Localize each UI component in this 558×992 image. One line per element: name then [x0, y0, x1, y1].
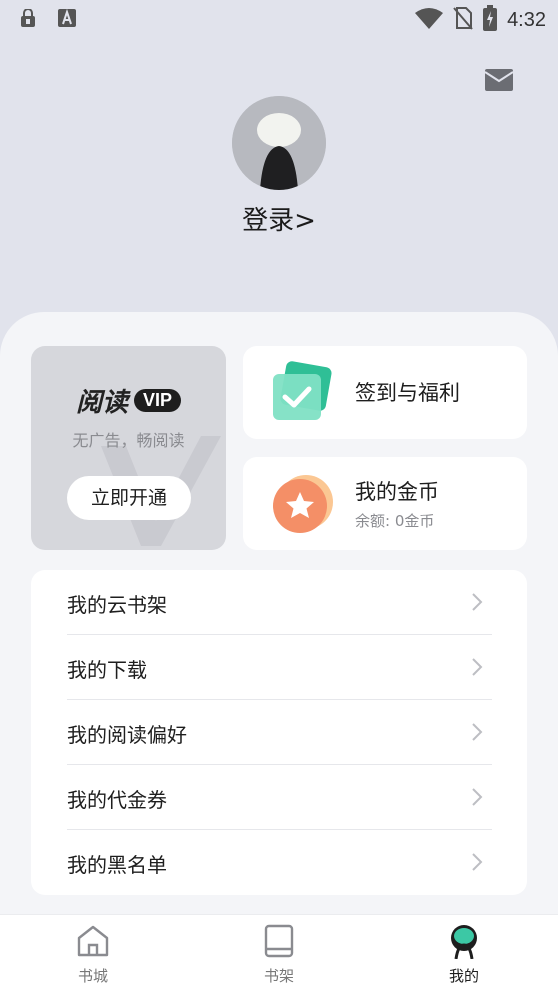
mail-button[interactable]: [484, 67, 514, 93]
menu-item-vouchers[interactable]: 我的代金券: [31, 765, 527, 830]
coin-star-icon: [273, 475, 333, 533]
menu-item-label: 我的代金券: [67, 788, 167, 812]
checkin-icon: [273, 361, 332, 420]
vip-subtitle: 无广告，畅阅读: [72, 431, 185, 450]
avatar[interactable]: [232, 96, 326, 190]
chevron-right-icon: [472, 788, 483, 806]
status-bar: 4:32: [0, 0, 558, 38]
coins-balance: 余额: 0金币: [355, 512, 435, 530]
home-icon: [77, 925, 109, 957]
menu-item-cloud-shelf[interactable]: 我的云书架: [31, 570, 527, 635]
chevron-right-icon: [472, 853, 483, 871]
tab-label: 我的: [448, 967, 479, 985]
no-sim-icon: [453, 6, 473, 34]
mail-icon: [484, 69, 514, 91]
menu-item-label: 我的阅读偏好: [67, 723, 187, 747]
book-icon: [264, 924, 294, 958]
wifi-icon: [415, 7, 444, 33]
tab-label: 书架: [263, 967, 294, 985]
default-avatar-icon: [232, 96, 326, 190]
tab-bookshelf[interactable]: 书架: [219, 915, 339, 992]
lock-app-icon: [20, 8, 36, 31]
clock: 4:32: [507, 8, 546, 31]
login-link[interactable]: 登录>: [0, 200, 558, 237]
menu-item-label: 我的云书架: [67, 593, 167, 617]
chevron-right-icon: [472, 593, 483, 611]
bottom-tab-bar: 书城 书架 我的: [0, 914, 558, 992]
chevron-right-icon: [472, 658, 483, 676]
menu-item-label: 我的下载: [67, 658, 147, 682]
tab-mine[interactable]: 我的: [404, 915, 524, 992]
tab-bookstore[interactable]: 书城: [33, 915, 153, 992]
vip-title: 阅读 VIP: [31, 382, 226, 419]
font-app-icon: [58, 8, 76, 31]
tab-label: 书城: [77, 967, 108, 985]
vip-title-text: 阅读: [75, 388, 128, 418]
checkin-title: 签到与福利: [355, 381, 460, 405]
vip-badge: VIP: [134, 389, 182, 412]
battery-charging-icon: [483, 5, 498, 35]
menu-list: 我的云书架 我的下载 我的阅读偏好 我的代金券 我的黑名单: [31, 570, 527, 895]
checkin-card[interactable]: 签到与福利: [243, 346, 527, 439]
menu-item-reading-preferences[interactable]: 我的阅读偏好: [31, 700, 527, 765]
vip-card[interactable]: 阅读 VIP 无广告，畅阅读 立即开通: [31, 346, 226, 550]
coins-card[interactable]: 我的金币 余额: 0金币: [243, 457, 527, 550]
menu-item-blacklist[interactable]: 我的黑名单: [31, 830, 527, 895]
vip-open-button[interactable]: 立即开通: [67, 476, 191, 520]
chevron-right-icon: [472, 723, 483, 741]
coins-title: 我的金币: [355, 480, 439, 504]
menu-item-label: 我的黑名单: [67, 853, 167, 877]
menu-item-downloads[interactable]: 我的下载: [31, 635, 527, 700]
profile-icon: [451, 925, 477, 959]
